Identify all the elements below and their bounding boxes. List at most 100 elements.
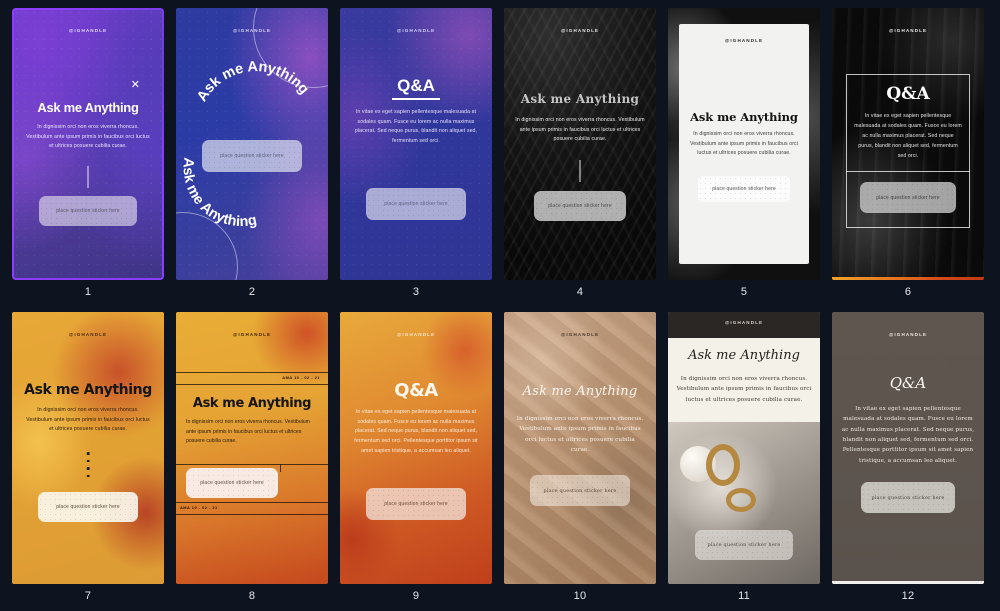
question-sticker[interactable]: place question sticker here	[202, 140, 302, 172]
grid-rule-1	[176, 372, 328, 373]
template-thumbnail-5[interactable]: @IGHANDLE Ask me Anything In dignissim o…	[668, 8, 820, 280]
template-cell-8[interactable]: @IGHANDLE AMA 10 - 02 - 21 AMA 10 - 02 -…	[176, 312, 328, 602]
handle-label: @IGHANDLE	[396, 332, 436, 337]
close-icon[interactable]: ✕	[131, 78, 140, 91]
handle-label: @IGHANDLE	[560, 28, 600, 33]
template-thumbnail-8[interactable]: @IGHANDLE AMA 10 - 02 - 21 AMA 10 - 02 -…	[176, 312, 328, 584]
template-body: In dignissim orci non eros viverra rhonc…	[26, 407, 150, 433]
template-thumbnail-10[interactable]: @IGHANDLE Ask me Anything In dignissim o…	[504, 312, 656, 584]
template-title: Q&A	[394, 380, 438, 401]
dot-divider	[86, 452, 90, 478]
grid-rule-3	[176, 464, 328, 465]
template-thumbnail-7[interactable]: @IGHANDLE Ask me Anything In dignissim o…	[12, 312, 164, 584]
photo-ring-small	[726, 488, 756, 512]
template-thumbnail-2[interactable]: @IGHANDLE Ask me Anything Ask me Anythin…	[176, 8, 328, 280]
handle-label: @IGHANDLE	[68, 28, 108, 33]
grid-rule-4	[176, 502, 328, 503]
template-number: 4	[576, 286, 584, 298]
handle-label: @IGHANDLE	[396, 28, 436, 33]
handle-label: @IGHANDLE	[888, 332, 928, 337]
template-cell-2[interactable]: @IGHANDLE Ask me Anything Ask me Anythin…	[176, 8, 328, 298]
divider-line	[87, 166, 89, 188]
accent-bar	[832, 581, 984, 584]
template-cell-3[interactable]: @IGHANDLE Q&A In vitae ex eget sapien pe…	[340, 8, 492, 298]
template-body: In dignissim orci non eros viverra rhonc…	[186, 419, 310, 445]
question-sticker[interactable]: place question sticker here	[39, 196, 137, 226]
grid-rule-vertical	[280, 464, 281, 472]
content-card: @IGHANDLE Ask me Anything In dignissim o…	[679, 24, 809, 264]
template-number: 6	[904, 286, 912, 298]
sticker-label: place question sticker here	[548, 203, 612, 209]
top-bar	[668, 312, 820, 338]
template-thumbnail-12[interactable]: @IGHANDLE Q&A In vitae ex eget sapien pe…	[832, 312, 984, 584]
sticker-label: place question sticker here	[200, 480, 264, 486]
template-grid: @IGHANDLE ✕ Ask me Anything In dignissim…	[0, 0, 1000, 602]
title-underline	[392, 98, 440, 100]
date-stamp-bottom: AMA 10 - 02 - 21	[180, 505, 218, 510]
template-number: 8	[248, 590, 256, 602]
question-sticker[interactable]: place question sticker here	[698, 176, 790, 202]
sticker-label: place question sticker here	[220, 153, 284, 159]
template-number: 11	[738, 590, 750, 602]
template-number: 12	[901, 590, 915, 602]
question-sticker[interactable]: place question sticker here	[366, 188, 466, 220]
template-cell-9[interactable]: @IGHANDLE Q&A In vitae ex eget sapien pe…	[340, 312, 492, 602]
template-thumbnail-1[interactable]: @IGHANDLE ✕ Ask me Anything In dignissim…	[12, 8, 164, 280]
question-sticker[interactable]: place question sticker here	[366, 488, 466, 520]
template-body: In dignissim orci non eros viverra rhonc…	[26, 124, 150, 150]
sticker-label: place question sticker here	[707, 542, 781, 548]
template-number: 10	[573, 590, 587, 602]
question-sticker[interactable]: place question sticker here	[530, 475, 630, 506]
divider-line	[579, 160, 581, 182]
handle-label: @IGHANDLE	[888, 28, 928, 33]
template-title: Ask me Anything	[688, 348, 800, 363]
template-cell-11[interactable]: @IGHANDLE Ask me Anything In dignissim o…	[668, 312, 820, 602]
sticker-label: place question sticker here	[384, 201, 448, 207]
template-body: In dignissim orci non eros viverra rhonc…	[689, 131, 798, 157]
template-title: Ask me Anything	[192, 396, 312, 411]
template-number: 2	[248, 286, 256, 298]
accent-bar	[832, 277, 984, 280]
template-cell-12[interactable]: @IGHANDLE Q&A In vitae ex eget sapien pe…	[832, 312, 984, 602]
template-body: In vitae ex eget sapien pellentesque mal…	[841, 406, 975, 464]
template-title: Q&A	[889, 374, 927, 392]
template-cell-6[interactable]: @IGHANDLE Q&A In vitae ex eget sapien pe…	[832, 8, 984, 298]
question-sticker[interactable]: place question sticker here	[38, 492, 138, 522]
sticker-label: place question sticker here	[712, 186, 776, 192]
template-thumbnail-3[interactable]: @IGHANDLE Q&A In vitae ex eget sapien pe…	[340, 8, 492, 280]
template-cell-7[interactable]: @IGHANDLE Ask me Anything In dignissim o…	[12, 312, 164, 602]
template-body: In vitae ex eget sapien pellentesque mal…	[354, 409, 478, 454]
handle-label: @IGHANDLE	[232, 332, 272, 337]
question-sticker[interactable]: place question sticker here	[861, 482, 955, 513]
sticker-label: place question sticker here	[543, 487, 617, 494]
template-title: Ask me Anything	[522, 384, 638, 399]
question-sticker[interactable]: place question sticker here	[695, 530, 793, 560]
template-thumbnail-6[interactable]: @IGHANDLE Q&A In vitae ex eget sapien pe…	[832, 8, 984, 280]
template-thumbnail-11[interactable]: @IGHANDLE Ask me Anything In dignissim o…	[668, 312, 820, 584]
template-number: 5	[740, 286, 748, 298]
template-title: Q&A	[886, 84, 930, 104]
template-cell-1[interactable]: @IGHANDLE ✕ Ask me Anything In dignissim…	[12, 8, 164, 298]
template-body: In dignissim orci non eros viverra rhonc…	[516, 416, 644, 454]
template-thumbnail-4[interactable]: @IGHANDLE Ask me Anything In dignissim o…	[504, 8, 656, 280]
template-title: Ask me Anything	[520, 92, 640, 106]
template-title: Q&A	[397, 76, 435, 95]
frame-separator	[846, 171, 970, 172]
template-cell-10[interactable]: @IGHANDLE Ask me Anything In dignissim o…	[504, 312, 656, 602]
template-number: 7	[84, 590, 92, 602]
question-sticker[interactable]: place question sticker here	[534, 191, 626, 221]
template-body: In dignissim orci non eros viverra rhonc…	[515, 117, 645, 143]
handle-label: @IGHANDLE	[724, 38, 764, 43]
question-sticker[interactable]: place question sticker here	[860, 182, 956, 213]
sticker-label: place question sticker here	[384, 501, 448, 507]
template-body: In vitae ex eget sapien pellentesque mal…	[354, 109, 478, 144]
sticker-label: place question sticker here	[56, 208, 120, 214]
template-cell-4[interactable]: @IGHANDLE Ask me Anything In dignissim o…	[504, 8, 656, 298]
sticker-label: place question sticker here	[56, 504, 120, 510]
grid-rule-5	[176, 514, 328, 515]
template-title: Ask me Anything	[24, 382, 152, 398]
question-sticker[interactable]: place question sticker here	[186, 468, 278, 498]
sticker-label: place question sticker here	[876, 194, 940, 201]
template-thumbnail-9[interactable]: @IGHANDLE Q&A In vitae ex eget sapien pe…	[340, 312, 492, 584]
template-cell-5[interactable]: @IGHANDLE Ask me Anything In dignissim o…	[668, 8, 820, 298]
